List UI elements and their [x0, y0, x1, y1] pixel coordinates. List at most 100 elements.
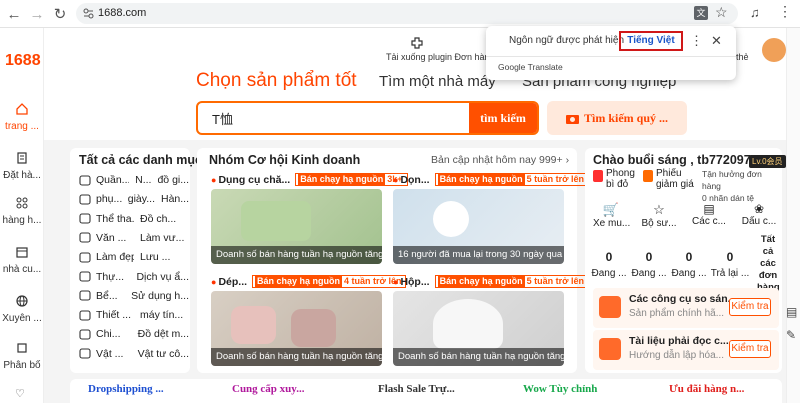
scrollbar[interactable] [786, 28, 800, 403]
rail-item-crossborder[interactable]: Xuyên ... [0, 295, 44, 324]
edit-icon[interactable]: ✎ [786, 328, 796, 342]
card-link[interactable]: thẻ [736, 52, 749, 62]
rail-item-goods[interactable]: hàng h... [0, 197, 44, 226]
category-link[interactable]: N... [135, 174, 151, 186]
category-row[interactable]: Thể tha... Đồ ch... [79, 213, 189, 225]
tool-subtitle: Hướng dẫn lập hóa... [629, 350, 724, 361]
back-icon[interactable]: ← [5, 5, 23, 23]
quick-coupons[interactable]: ▤ Các c... [691, 202, 727, 227]
category-row[interactable]: Vật ... Vật tư cô... [79, 348, 189, 360]
badge-label: Bán chạy hạ nguồn [255, 276, 343, 287]
rail-item-distribute[interactable]: Phân bổ [0, 342, 44, 371]
tool-card[interactable]: Tài liệu phải đọc c... Hướng dẫn lập hóa… [593, 330, 779, 370]
category-link[interactable]: Vật ... [96, 348, 132, 360]
search-button[interactable]: tìm kiếm [469, 103, 537, 133]
category-link[interactable]: Làm đẹp... [96, 251, 134, 263]
category-link[interactable]: Vật tư cô... [138, 348, 189, 360]
plugin-download-link[interactable]: Tải xuống plugin Đơn hàng [386, 52, 494, 62]
reload-icon[interactable]: ↻ [51, 5, 69, 23]
quick-cart[interactable]: 🛒 Xe mu... [593, 202, 630, 229]
category-link[interactable]: Thể tha... [96, 213, 134, 225]
search-input[interactable] [198, 103, 473, 133]
category-row[interactable]: Quần... N... đồ gi... [79, 174, 189, 186]
product-tile[interactable]: ● Hộp... Bán chạy hạ nguồn 5 tuần trở lên D… [393, 275, 590, 366]
order-stat[interactable]: 0 Trả lại ... [708, 250, 752, 279]
logo[interactable]: 1688 [5, 52, 41, 70]
tab-find-factory[interactable]: Tìm một nhà máy [379, 73, 496, 90]
category-link[interactable]: Thiết ... [96, 309, 134, 321]
category-link[interactable]: Quần... [96, 174, 129, 186]
category-link[interactable]: Thự... [96, 271, 130, 283]
category-link[interactable]: Sử dụng h... [131, 290, 189, 302]
category-link[interactable]: giày... [128, 193, 155, 205]
address-bar[interactable] [76, 3, 738, 24]
menu-icon[interactable]: ⋮ [778, 3, 792, 20]
check-button[interactable]: Kiểm tra [729, 340, 771, 358]
tab-good-products[interactable]: Chọn sản phẩm tốt [196, 70, 357, 92]
heart-icon[interactable]: ♡ [15, 387, 25, 400]
target-language-option[interactable]: Tiếng Việt [619, 31, 683, 51]
category-row[interactable]: Văn ... Làm vư... [79, 232, 189, 244]
category-link[interactable]: Chi... [96, 328, 132, 340]
more-options-icon[interactable]: ⋮ [690, 33, 703, 49]
tool-card[interactable]: Các công cụ so sán... Sản phẩm chính hã.… [593, 288, 779, 328]
category-link[interactable]: máy tín... [140, 309, 183, 321]
bookmark-star-icon[interactable]: ☆ [715, 4, 728, 21]
category-row[interactable]: phụ... giày... Hàn... [79, 193, 189, 205]
promo-deals[interactable]: Ưu đãi hàng n... [669, 383, 744, 403]
red-envelope-link[interactable]: Phong bì đỏ [593, 168, 643, 190]
check-button[interactable]: Kiểm tra [729, 298, 771, 316]
category-row[interactable]: Chi... Đồ dệt m... [79, 328, 189, 340]
image-search-button[interactable]: Tìm kiếm quý ... [547, 101, 687, 135]
translate-icon[interactable]: 文 [694, 6, 708, 20]
promo-flash-sale[interactable]: Flash Sale Trự... [378, 383, 455, 403]
category-link[interactable]: Đồ ch... [140, 213, 176, 225]
category-row[interactable]: Bể... Sử dụng h... [79, 290, 189, 302]
url-text[interactable]: 1688.com [98, 7, 146, 19]
enjoy-label: Tận hưởng đơn hàng [702, 169, 762, 191]
order-stat[interactable]: 0 Đang ... [590, 250, 628, 279]
avatar[interactable] [762, 38, 786, 62]
rail-item-supplier[interactable]: nhà cu... [0, 246, 44, 275]
category-icon [79, 232, 92, 243]
promo-wow[interactable]: Wow Tùy chỉnh [523, 383, 597, 403]
rail-item-home[interactable]: trang ... [0, 103, 44, 132]
category-link[interactable]: Hàn... [161, 193, 189, 205]
sticker-info[interactable]: Tận hưởng đơn hàng 0 nhãn dán tệ [702, 168, 782, 204]
product-tile[interactable]: ● Dụng cụ chă... Bán chạy hạ nguồn 3k+ Doan… [211, 173, 408, 264]
category-link[interactable]: Làm vư... [140, 232, 184, 244]
feedback-icon[interactable]: ▤ [786, 305, 797, 319]
category-icon [79, 348, 92, 359]
media-icon[interactable]: ♫ [750, 5, 760, 20]
promo-dropshipping[interactable]: Dropshipping ... [88, 383, 164, 403]
product-tile[interactable]: ● Dép... Bán chạy hạ nguồn 4 tuần trở lên D… [211, 275, 407, 366]
opportunity-update-link[interactable]: Bản cập nhật hôm nay 999+ › [431, 154, 569, 166]
coupon-link[interactable]: Phiếu giảm giá [643, 168, 703, 190]
quick-footprint[interactable]: ❀ Dấu c... [741, 202, 777, 227]
category-link[interactable]: Dịch vụ ẩ... [136, 271, 189, 283]
site-info-icon[interactable] [83, 8, 94, 22]
category-link[interactable]: Đồ dệt m... [138, 328, 189, 340]
detected-language-option[interactable]: Ngôn ngữ được phát hiện [509, 35, 624, 46]
category-link[interactable]: Bể... [96, 290, 125, 302]
category-row[interactable]: Làm đẹp... Lưu ... [79, 251, 189, 263]
close-icon[interactable]: ✕ [711, 33, 722, 49]
category-link[interactable]: phụ... [96, 193, 122, 205]
category-link[interactable]: Lưu ... [140, 251, 170, 263]
puzzle-icon[interactable] [410, 36, 424, 50]
category-link[interactable]: Văn ... [96, 232, 134, 244]
promo-supply[interactable]: Cung cấp xuy... [232, 383, 304, 403]
opportunity-title: Nhóm Cơ hội Kinh doanh [209, 153, 361, 167]
stat-value: 0 [645, 250, 653, 264]
product-tile[interactable]: ● Dọn... Bán chạy hạ nguồn 5 tuần trở lên 1… [393, 173, 590, 264]
category-link[interactable]: đồ gi... [157, 174, 189, 186]
order-stat[interactable]: 0 Đang ... [630, 250, 668, 279]
forward-icon[interactable]: → [28, 5, 46, 23]
coupon-label: Phiếu giảm giá [656, 168, 694, 190]
category-row[interactable]: Thiết ... máy tín... [79, 309, 189, 321]
order-stat[interactable]: 0 Đang ... [670, 250, 708, 279]
rail-item-orders[interactable]: Đặt hà... [0, 152, 44, 181]
category-row[interactable]: Thự... Dịch vụ ẩ... [79, 271, 189, 283]
quick-collection[interactable]: ☆ Bộ sư... [641, 202, 677, 229]
all-orders-link[interactable]: Tất cả các đơn hàng [757, 234, 780, 294]
